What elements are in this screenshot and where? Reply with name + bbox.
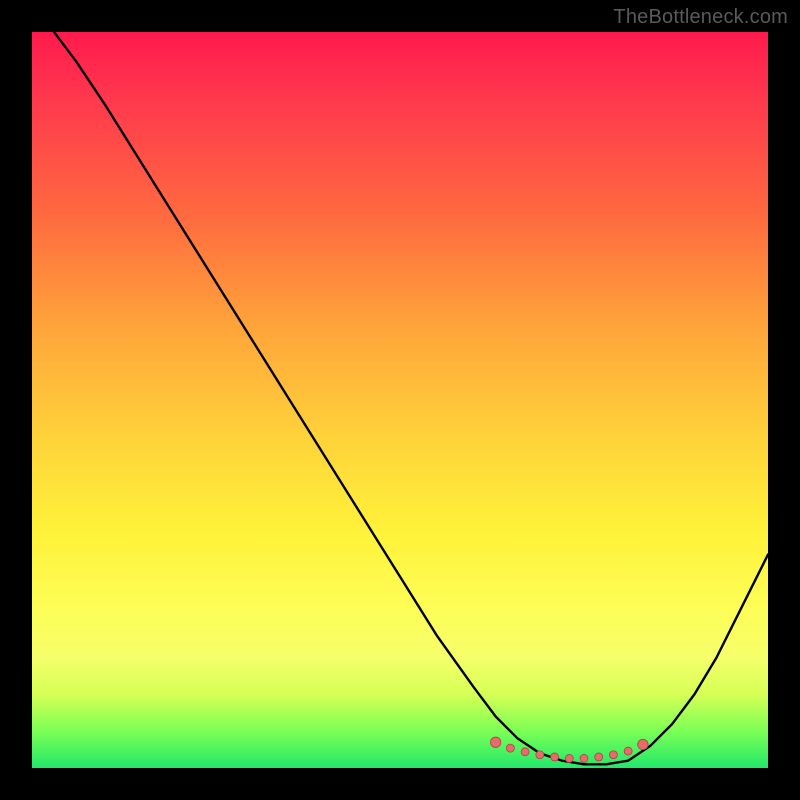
- marker-dot: [595, 753, 603, 761]
- marker-dot: [580, 754, 588, 762]
- marker-dot: [521, 748, 529, 756]
- marker-dot: [638, 739, 648, 749]
- marker-dot: [536, 751, 544, 759]
- marker-dot: [506, 744, 514, 752]
- curve-layer: [32, 32, 768, 768]
- watermark-label: TheBottleneck.com: [613, 6, 788, 29]
- marker-dot: [565, 754, 573, 762]
- marker-dot: [490, 737, 500, 747]
- marker-dot: [609, 751, 617, 759]
- optimal-range-markers: [490, 737, 648, 762]
- bottleneck-curve: [54, 32, 768, 764]
- marker-dot: [551, 753, 559, 761]
- marker-dot: [624, 747, 632, 755]
- chart-frame: TheBottleneck.com: [0, 0, 800, 800]
